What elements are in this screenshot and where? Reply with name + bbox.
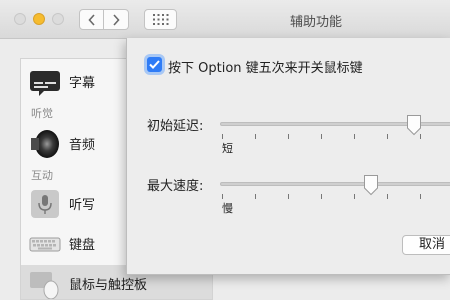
mouse-icon: [30, 272, 59, 299]
max-speed-slider[interactable]: [220, 174, 450, 199]
slider-tick: [420, 194, 421, 199]
sidebar-item-label: 音频: [69, 138, 96, 153]
max-speed-label: 最大速度:: [147, 179, 204, 194]
slider-tick: [255, 194, 256, 199]
initial-delay-label: 初始延迟:: [147, 119, 204, 134]
slider-tick: [321, 194, 322, 199]
slider-track: [220, 182, 450, 186]
section-interaction: 互动: [31, 169, 53, 182]
keyboard-icon: [29, 237, 61, 252]
checkmark-icon: [149, 60, 160, 69]
show-all-button[interactable]: [144, 9, 177, 30]
close-button[interactable]: [14, 13, 26, 25]
max-speed-min-label: 慢: [222, 202, 233, 215]
slider-tick: [387, 134, 388, 139]
slider-tick: [288, 194, 289, 199]
slider-tick: [222, 194, 223, 199]
chevron-left-icon: [87, 13, 95, 26]
zoom-button[interactable]: [52, 13, 64, 25]
slider-thumb[interactable]: [406, 114, 422, 136]
slider-tick: [354, 194, 355, 199]
captions-icon: [30, 71, 60, 96]
slider-tick: [255, 134, 256, 139]
sidebar-item-label: 鼠标与触控板: [69, 278, 148, 293]
slider-tick: [222, 134, 223, 139]
sidebar-item-label: 字幕: [69, 76, 96, 91]
slider-tick: [321, 134, 322, 139]
option-key-toggle-label: 按下 Option 键五次来开关鼠标键: [168, 61, 363, 76]
minimize-button[interactable]: [33, 13, 45, 25]
mouse-keys-options-sheet: 按下 Option 键五次来开关鼠标键 初始延迟: 短 最大速度: 慢 取消: [126, 38, 450, 275]
back-button[interactable]: [79, 9, 104, 30]
speaker-icon: [31, 130, 59, 158]
chevron-right-icon: [113, 13, 120, 26]
initial-delay-slider[interactable]: [220, 114, 450, 139]
slider-tick: [354, 134, 355, 139]
forward-button[interactable]: [104, 9, 129, 30]
microphone-icon: [31, 190, 59, 218]
cancel-button[interactable]: 取消: [402, 235, 450, 255]
initial-delay-min-label: 短: [222, 142, 233, 155]
sidebar-item-label: 听写: [69, 198, 96, 213]
option-key-toggle-checkbox[interactable]: [147, 57, 162, 72]
window-titlebar: 辅助功能: [0, 0, 450, 39]
window-title: 辅助功能: [290, 15, 343, 30]
slider-tick: [288, 134, 289, 139]
section-hearing: 听觉: [31, 107, 53, 120]
sidebar-item-label: 键盘: [69, 238, 96, 253]
grid-icon: [152, 14, 168, 25]
slider-thumb[interactable]: [363, 174, 379, 196]
slider-tick: [387, 194, 388, 199]
